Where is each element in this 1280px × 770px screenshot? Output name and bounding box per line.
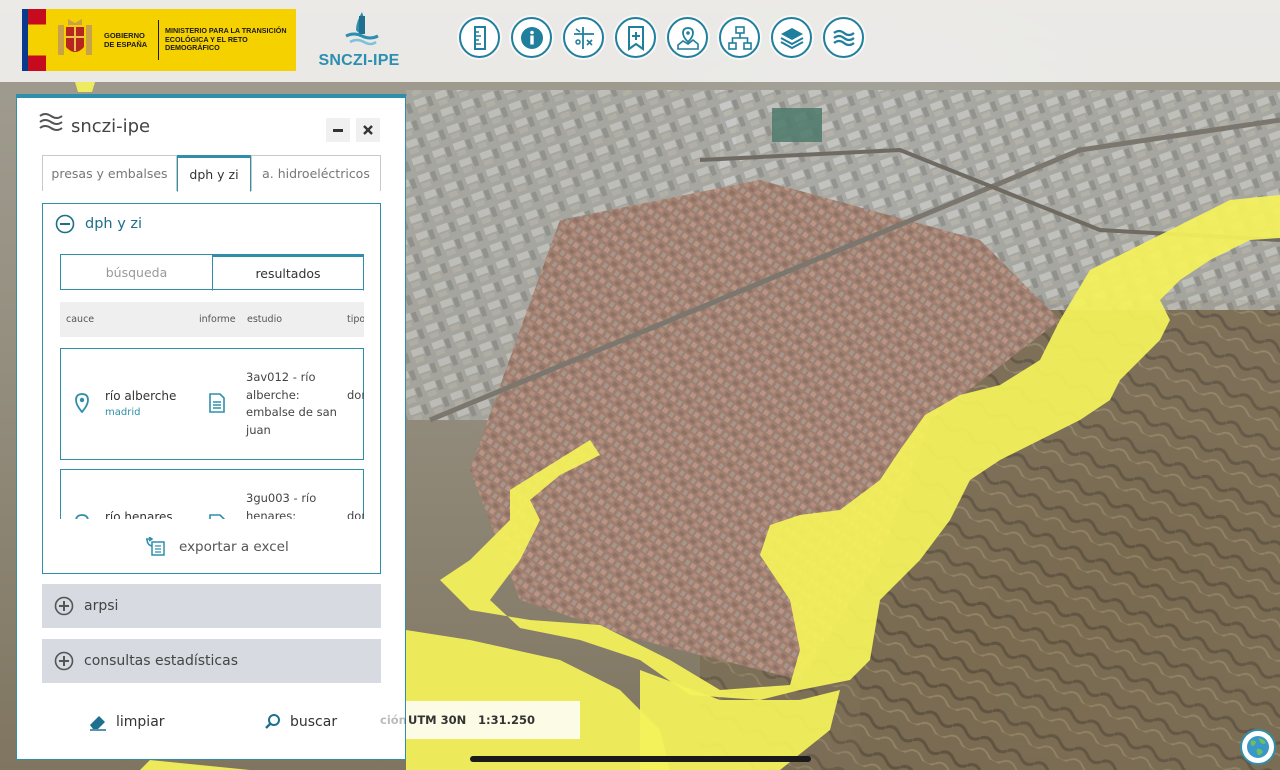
row-tipo: dominio	[347, 509, 364, 519]
column-header-cauce: cauce	[66, 314, 95, 325]
app-logo-text: SNCZI-IPE	[318, 52, 400, 69]
close-button[interactable]	[356, 118, 380, 142]
column-header-estudio: estudio	[247, 314, 283, 325]
logo-divider	[158, 20, 159, 60]
coordinates-icon	[573, 26, 594, 49]
projection-label: ción	[380, 713, 407, 727]
expand-circle-icon	[54, 596, 74, 616]
snczi-logo: SNCZI-IPE	[316, 12, 406, 72]
water-drop-icon	[342, 12, 382, 46]
column-header-tipo: tipo	[347, 314, 364, 325]
export-label: exportar a excel	[179, 539, 289, 555]
coat-of-arms-icon	[54, 17, 96, 63]
panel-tabs: presas y embalses dph y zi a. hidroeléct…	[42, 155, 381, 192]
hierarchy-button[interactable]	[719, 17, 760, 58]
accordion-label: arpsi	[84, 598, 119, 614]
app-header: GOBIERNO DE ESPAÑA MINISTERIO PARA LA TR…	[0, 0, 1280, 82]
panel-header: snczi-ipe	[17, 98, 405, 156]
tab-aprovechamientos-hidroelectricos[interactable]: a. hidroeléctricos	[251, 155, 381, 191]
waves-icon	[39, 113, 63, 131]
clear-label: limpiar	[116, 714, 165, 730]
government-logo: GOBIERNO DE ESPAÑA MINISTERIO PARA LA TR…	[22, 9, 296, 71]
eraser-icon	[90, 716, 106, 731]
scale-readout: 1:31.250	[478, 713, 535, 727]
search-button[interactable]: buscar	[264, 713, 337, 731]
ministry-label: MINISTERIO PARA LA TRANSICIÓN ECOLÓGICA …	[165, 26, 287, 53]
ruler-button[interactable]	[459, 17, 500, 58]
accordion-arpsi[interactable]: arpsi	[42, 584, 381, 628]
tab-busqueda[interactable]: búsqueda	[60, 254, 212, 290]
row-estudio: 3gu003 - río henares:	[246, 491, 317, 519]
row-estudio: 3av012 - río alberche: embalse de san ju…	[246, 370, 337, 437]
sub-tabs: búsqueda resultados	[60, 254, 364, 291]
eu-flag-icon	[22, 9, 46, 71]
waves-button[interactable]	[823, 17, 864, 58]
tab-dph-y-zi[interactable]: dph y zi	[177, 155, 251, 192]
map-toolbar	[459, 17, 864, 58]
home-indicator	[470, 756, 811, 762]
row-provincia: madrid	[105, 407, 141, 418]
close-icon	[363, 125, 373, 135]
tab-presas-y-embalses[interactable]: presas y embalses	[42, 155, 177, 191]
dph-section: dph y zi búsqueda resultados cauce infor…	[42, 203, 381, 574]
row-cauce: río alberche	[105, 389, 177, 403]
row-cauce: río henares	[105, 510, 173, 519]
hierarchy-icon	[727, 25, 752, 50]
clear-button[interactable]: limpiar	[88, 713, 165, 731]
table-row[interactable]: río alberche madrid 3av012 - río alberch…	[60, 348, 364, 460]
panel-title: snczi-ipe	[71, 116, 151, 137]
accordion-consultas-estadisticas[interactable]: consultas estadísticas	[42, 639, 381, 683]
waves-icon	[832, 29, 855, 46]
map-location-button[interactable]	[667, 17, 708, 58]
bookmark-button[interactable]	[615, 17, 656, 58]
table-row[interactable]: río henares guadalajara 3gu003 - río hen…	[60, 469, 364, 519]
expand-circle-icon	[54, 651, 74, 671]
accordion-label: consultas estadísticas	[84, 653, 238, 669]
row-tipo: dominio hidráulico	[347, 388, 364, 402]
location-pin-icon	[75, 514, 89, 519]
search-label: buscar	[290, 714, 338, 730]
location-pin-icon	[75, 393, 89, 413]
layers-icon	[780, 27, 803, 49]
globe-icon	[1247, 736, 1269, 758]
document-icon[interactable]	[209, 514, 225, 519]
minimize-button[interactable]	[326, 118, 350, 142]
ruler-icon	[473, 25, 486, 50]
bookmark-add-icon	[627, 25, 644, 51]
minimize-icon	[333, 129, 343, 132]
info-icon	[520, 26, 543, 49]
panel-actions: limpiar buscar	[42, 699, 381, 745]
collapse-circle-icon	[55, 214, 75, 234]
layers-button[interactable]	[771, 17, 812, 58]
basemap-button[interactable]	[1240, 729, 1276, 765]
snczi-panel: snczi-ipe presas y embalses dph y zi a. …	[16, 94, 406, 760]
map-pin-icon	[676, 26, 699, 50]
export-excel-icon	[146, 537, 165, 556]
search-icon	[265, 714, 280, 729]
export-excel-button[interactable]: exportar a excel	[145, 537, 289, 557]
crs-readout: UTM 30N	[408, 713, 467, 727]
government-label: GOBIERNO DE ESPAÑA	[104, 31, 148, 49]
map-status-bar: ción UTM 30N 1:31.250	[380, 701, 580, 739]
section-title: dph y zi	[85, 216, 143, 232]
results-table-header: cauce informe estudio tipo	[60, 302, 364, 337]
column-header-informe: informe	[199, 314, 236, 325]
section-toggle[interactable]: dph y zi	[55, 214, 142, 234]
tab-resultados[interactable]: resultados	[212, 254, 364, 291]
coordinates-button[interactable]	[563, 17, 604, 58]
info-button[interactable]	[511, 17, 552, 58]
document-icon[interactable]	[209, 393, 225, 413]
results-list[interactable]: río alberche madrid 3av012 - río alberch…	[60, 348, 364, 519]
